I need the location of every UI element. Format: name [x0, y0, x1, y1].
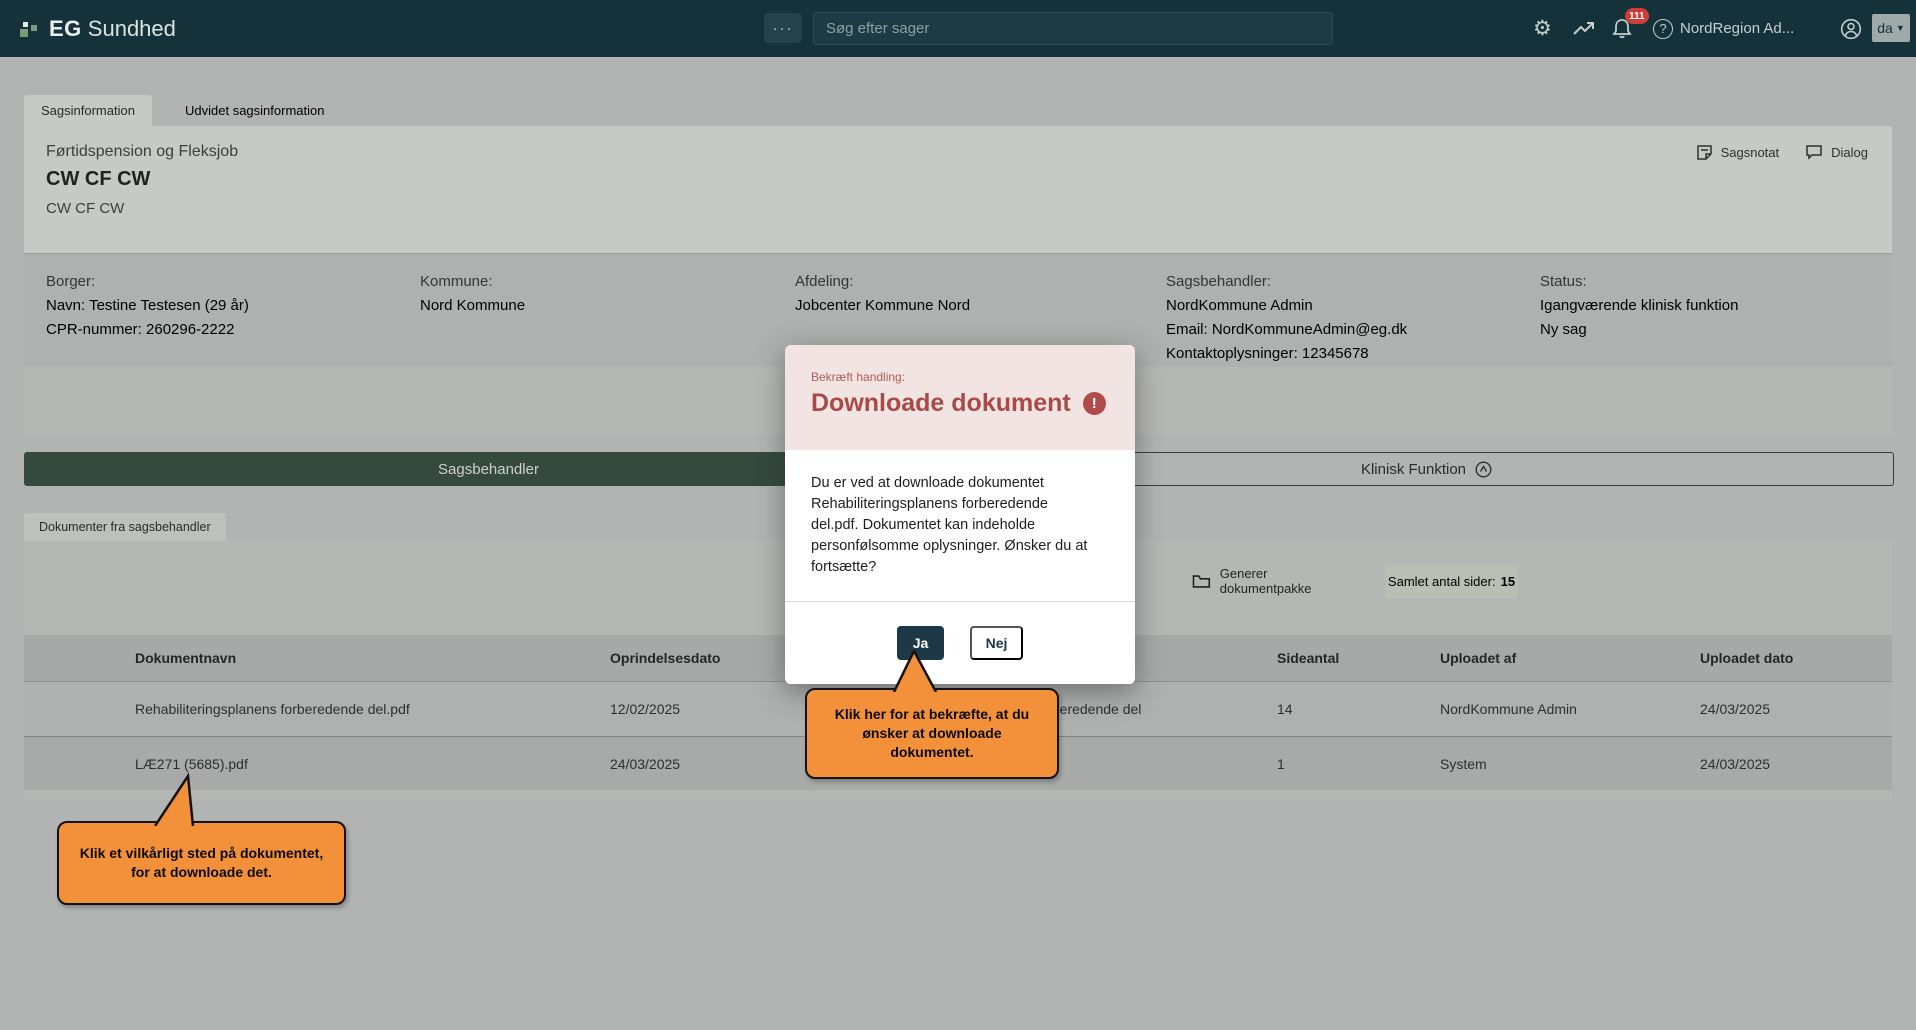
- alert-exclamation-icon: !: [1083, 392, 1106, 415]
- cell-uploaded-date: 24/03/2025: [1700, 701, 1892, 717]
- cell-document-name: Rehabiliteringsplanens forberedende del.…: [135, 701, 610, 717]
- modal-kicker: Bekræft handling:: [811, 370, 905, 384]
- search-input[interactable]: [826, 20, 1320, 37]
- tab-dokumenter-fra-sagsbehandler[interactable]: Dokumenter fra sagsbehandler: [24, 513, 226, 541]
- cell-uploaded-by: NordKommune Admin: [1440, 701, 1700, 717]
- col-uploadet-dato[interactable]: Uploadet dato: [1700, 650, 1892, 666]
- help-icon[interactable]: ?: [1653, 0, 1673, 57]
- speech-bubble-icon: [1805, 144, 1823, 161]
- total-pages-value: 15: [1501, 574, 1515, 589]
- cell-pages: 14: [1277, 701, 1440, 717]
- case-category: Førtidspension og Fleksjob: [46, 143, 238, 161]
- modal-title: Downloade dokument: [811, 389, 1071, 418]
- brand-product: Sundhed: [88, 16, 176, 42]
- circle-caret-icon: [1475, 461, 1492, 478]
- app-root: EG Sundhed ··· ⚙ 111 ? NordRegion Ad... …: [0, 0, 1916, 1030]
- sagsnotat-button[interactable]: Sagsnotat: [1696, 144, 1780, 161]
- more-options-button[interactable]: ···: [764, 13, 802, 43]
- col-uploadet-af[interactable]: Uploadet af: [1440, 650, 1700, 666]
- tab-udvidet-sagsinformation[interactable]: Udvidet sagsinformation: [168, 95, 341, 126]
- modal-body: Du er ved at downloade dokumentet Rehabi…: [785, 450, 1135, 601]
- info-borger: Borger: Navn: Testine Testesen (29 år) C…: [46, 270, 249, 342]
- callout-confirm-download: Klik her for at bekræfte, at du ønsker a…: [805, 688, 1059, 779]
- modal-footer: Ja Nej: [785, 602, 1135, 684]
- callout-click-document: Klik et vilkårligt sted på dokumentet, f…: [57, 821, 346, 905]
- case-search: [813, 12, 1333, 45]
- folder-icon: [1192, 574, 1211, 589]
- generer-label: Generer dokumentpakke: [1220, 566, 1361, 596]
- col-sideantal[interactable]: Sideantal: [1277, 650, 1440, 666]
- confirm-download-modal: Bekræft handling: Downloade dokument ! D…: [785, 345, 1135, 684]
- case-title: CW CF CW: [46, 168, 150, 191]
- case-subtitle: CW CF CW: [46, 200, 124, 217]
- info-afdeling: Afdeling: Jobcenter Kommune Nord: [795, 270, 970, 318]
- info-sagsbehandler: Sagsbehandler: NordKommune Admin Email: …: [1166, 270, 1407, 366]
- notification-count-badge: 111: [1625, 8, 1649, 24]
- chevron-down-icon: ▼: [1896, 23, 1905, 33]
- brand-logo[interactable]: EG Sundhed: [20, 0, 176, 57]
- language-selector[interactable]: da ▼: [1872, 14, 1910, 42]
- dialog-label: Dialog: [1831, 145, 1868, 160]
- settings-gear-icon[interactable]: ⚙: [1533, 0, 1552, 57]
- cancel-nej-button[interactable]: Nej: [970, 626, 1023, 660]
- dialog-button[interactable]: Dialog: [1805, 144, 1868, 161]
- tab-sagsinformation[interactable]: Sagsinformation: [24, 95, 152, 126]
- case-title-panel: Førtidspension og Fleksjob CW CF CW CW C…: [24, 126, 1892, 253]
- modal-message: Du er ved at downloade dokumentet Rehabi…: [811, 473, 1099, 578]
- generer-dokumentpakke-button[interactable]: Generer dokumentpakke: [1192, 562, 1361, 600]
- total-pages-badge: Samlet antal sider: 15: [1385, 565, 1518, 598]
- top-bar: EG Sundhed ··· ⚙ 111 ? NordRegion Ad... …: [0, 0, 1916, 57]
- cell-uploaded-date: 24/03/2025: [1700, 756, 1892, 772]
- klinisk-funktion-label: Klinisk Funktion: [1361, 461, 1466, 478]
- info-status: Status: Igangværende klinisk funktion Ny…: [1540, 270, 1738, 342]
- statistics-trend-icon[interactable]: [1572, 0, 1596, 57]
- col-dokumentnavn[interactable]: Dokumentnavn: [135, 650, 610, 666]
- note-icon: [1696, 144, 1713, 161]
- language-code: da: [1877, 20, 1893, 36]
- cell-uploaded-by: System: [1440, 756, 1700, 772]
- info-kommune: Kommune: Nord Kommune: [420, 270, 525, 318]
- eg-squares-icon: [20, 19, 40, 39]
- modal-header: Bekræft handling: Downloade dokument !: [785, 345, 1135, 450]
- callout-arrow-up-icon: [140, 770, 220, 826]
- account-name[interactable]: NordRegion Ad...: [1680, 0, 1794, 57]
- brand-eg: EG: [49, 16, 82, 42]
- callout-arrow-up-icon: [884, 650, 946, 692]
- user-avatar-icon[interactable]: [1840, 0, 1862, 57]
- cell-pages: 1: [1277, 756, 1440, 772]
- sagsnotat-label: Sagsnotat: [1721, 145, 1780, 160]
